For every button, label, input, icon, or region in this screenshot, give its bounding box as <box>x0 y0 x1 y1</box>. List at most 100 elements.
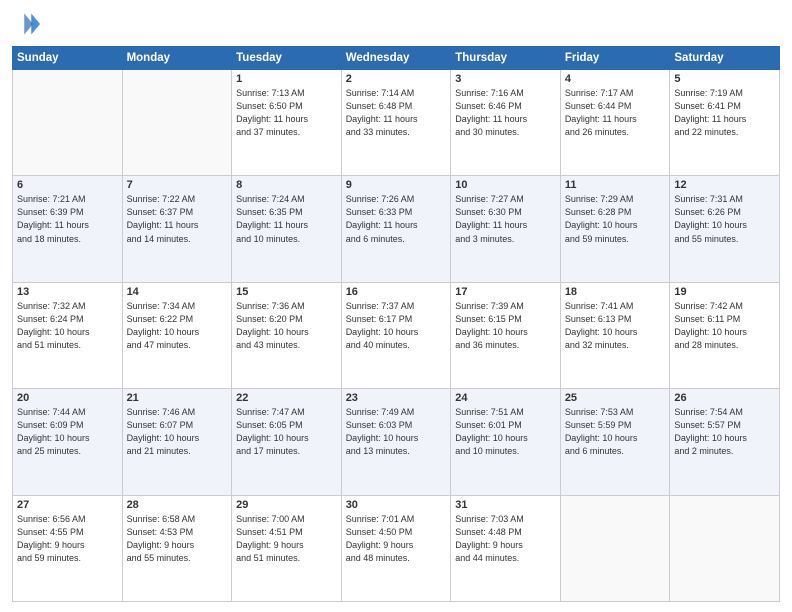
day-info: Sunrise: 7:19 AM Sunset: 6:41 PM Dayligh… <box>674 87 775 139</box>
day-number: 12 <box>674 179 775 191</box>
calendar-cell: 10 Sunrise: 7:27 AM Sunset: 6:30 PM Dayli… <box>451 176 561 282</box>
calendar-cell: 14 Sunrise: 7:34 AM Sunset: 6:22 PM Dayli… <box>122 282 232 388</box>
calendar-cell: 20 Sunrise: 7:44 AM Sunset: 6:09 PM Dayli… <box>13 389 123 495</box>
col-header-tuesday: Tuesday <box>232 47 342 70</box>
day-number: 5 <box>674 73 775 85</box>
day-number: 23 <box>346 392 447 404</box>
day-info: Sunrise: 7:22 AM Sunset: 6:37 PM Dayligh… <box>127 193 228 245</box>
calendar-cell: 21 Sunrise: 7:46 AM Sunset: 6:07 PM Dayli… <box>122 389 232 495</box>
calendar-cell: 28Sunrise: 6:58 AM Sunset: 4:53 PM Dayli… <box>122 495 232 601</box>
week-row-3: 13Sunrise: 7:32 AM Sunset: 6:24 PM Dayli… <box>13 282 780 388</box>
day-number: 22 <box>236 392 337 404</box>
logo-icon <box>12 10 40 38</box>
day-info: Sunrise: 7:46 AM Sunset: 6:07 PM Dayligh… <box>127 406 228 458</box>
day-info: Sunrise: 6:56 AM Sunset: 4:55 PM Dayligh… <box>17 513 118 565</box>
day-info: Sunrise: 7:32 AM Sunset: 6:24 PM Dayligh… <box>17 300 118 352</box>
day-info: Sunrise: 7:14 AM Sunset: 6:48 PM Dayligh… <box>346 87 447 139</box>
col-header-monday: Monday <box>122 47 232 70</box>
day-number: 29 <box>236 499 337 511</box>
week-row-2: 6 Sunrise: 7:21 AM Sunset: 6:39 PM Daylig… <box>13 176 780 282</box>
day-info: Sunrise: 7:21 AM Sunset: 6:39 PM Dayligh… <box>17 193 118 245</box>
day-number: 6 <box>17 179 118 191</box>
day-number: 30 <box>346 499 447 511</box>
page: SundayMondayTuesdayWednesdayThursdayFrid… <box>0 0 792 612</box>
calendar-cell: 5 Sunrise: 7:19 AM Sunset: 6:41 PM Daylig… <box>670 70 780 176</box>
day-number: 20 <box>17 392 118 404</box>
day-info: Sunrise: 7:17 AM Sunset: 6:44 PM Dayligh… <box>565 87 666 139</box>
day-info: Sunrise: 7:27 AM Sunset: 6:30 PM Dayligh… <box>455 193 556 245</box>
calendar-cell: 23 Sunrise: 7:49 AM Sunset: 6:03 PM Dayli… <box>341 389 451 495</box>
day-number: 4 <box>565 73 666 85</box>
day-number: 2 <box>346 73 447 85</box>
week-row-1: 1 Sunrise: 7:13 AM Sunset: 6:50 PM Daylig… <box>13 70 780 176</box>
day-info: Sunrise: 6:58 AM Sunset: 4:53 PM Dayligh… <box>127 513 228 565</box>
calendar-cell <box>560 495 670 601</box>
calendar-table: SundayMondayTuesdayWednesdayThursdayFrid… <box>12 46 780 602</box>
logo <box>12 10 44 38</box>
day-info: Sunrise: 7:03 AM Sunset: 4:48 PM Dayligh… <box>455 513 556 565</box>
col-header-sunday: Sunday <box>13 47 123 70</box>
day-number: 26 <box>674 392 775 404</box>
day-number: 27 <box>17 499 118 511</box>
calendar-cell: 18Sunrise: 7:41 AM Sunset: 6:13 PM Dayli… <box>560 282 670 388</box>
calendar-cell: 9Sunrise: 7:26 AM Sunset: 6:33 PM Daylig… <box>341 176 451 282</box>
calendar-cell: 16 Sunrise: 7:37 AM Sunset: 6:17 PM Dayli… <box>341 282 451 388</box>
calendar-cell: 7 Sunrise: 7:22 AM Sunset: 6:37 PM Daylig… <box>122 176 232 282</box>
day-number: 10 <box>455 179 556 191</box>
day-number: 25 <box>565 392 666 404</box>
day-info: Sunrise: 7:53 AM Sunset: 5:59 PM Dayligh… <box>565 406 666 458</box>
calendar-cell: 12 Sunrise: 7:31 AM Sunset: 6:26 PM Dayli… <box>670 176 780 282</box>
day-info: Sunrise: 7:47 AM Sunset: 6:05 PM Dayligh… <box>236 406 337 458</box>
day-number: 18 <box>565 286 666 298</box>
day-number: 16 <box>346 286 447 298</box>
calendar-cell: 4 Sunrise: 7:17 AM Sunset: 6:44 PM Daylig… <box>560 70 670 176</box>
calendar-cell <box>670 495 780 601</box>
day-number: 3 <box>455 73 556 85</box>
calendar-cell: 1 Sunrise: 7:13 AM Sunset: 6:50 PM Daylig… <box>232 70 342 176</box>
calendar-cell: 31 Sunrise: 7:03 AM Sunset: 4:48 PM Dayli… <box>451 495 561 601</box>
col-header-wednesday: Wednesday <box>341 47 451 70</box>
calendar-header-row: SundayMondayTuesdayWednesdayThursdayFrid… <box>13 47 780 70</box>
day-info: Sunrise: 7:39 AM Sunset: 6:15 PM Dayligh… <box>455 300 556 352</box>
day-number: 7 <box>127 179 228 191</box>
calendar-cell: 22 Sunrise: 7:47 AM Sunset: 6:05 PM Dayli… <box>232 389 342 495</box>
calendar-cell: 17 Sunrise: 7:39 AM Sunset: 6:15 PM Dayli… <box>451 282 561 388</box>
week-row-5: 27 Sunrise: 6:56 AM Sunset: 4:55 PM Dayli… <box>13 495 780 601</box>
day-number: 9 <box>346 179 447 191</box>
day-number: 1 <box>236 73 337 85</box>
day-info: Sunrise: 7:42 AM Sunset: 6:11 PM Dayligh… <box>674 300 775 352</box>
day-number: 15 <box>236 286 337 298</box>
day-number: 31 <box>455 499 556 511</box>
header <box>12 10 780 38</box>
day-info: Sunrise: 7:51 AM Sunset: 6:01 PM Dayligh… <box>455 406 556 458</box>
day-info: Sunrise: 7:00 AM Sunset: 4:51 PM Dayligh… <box>236 513 337 565</box>
day-number: 8 <box>236 179 337 191</box>
day-info: Sunrise: 7:34 AM Sunset: 6:22 PM Dayligh… <box>127 300 228 352</box>
day-info: Sunrise: 7:13 AM Sunset: 6:50 PM Dayligh… <box>236 87 337 139</box>
day-info: Sunrise: 7:16 AM Sunset: 6:46 PM Dayligh… <box>455 87 556 139</box>
day-number: 17 <box>455 286 556 298</box>
day-info: Sunrise: 7:37 AM Sunset: 6:17 PM Dayligh… <box>346 300 447 352</box>
calendar-cell: 29 Sunrise: 7:00 AM Sunset: 4:51 PM Dayli… <box>232 495 342 601</box>
day-info: Sunrise: 7:44 AM Sunset: 6:09 PM Dayligh… <box>17 406 118 458</box>
day-number: 14 <box>127 286 228 298</box>
day-info: Sunrise: 7:29 AM Sunset: 6:28 PM Dayligh… <box>565 193 666 245</box>
day-number: 21 <box>127 392 228 404</box>
day-info: Sunrise: 7:49 AM Sunset: 6:03 PM Dayligh… <box>346 406 447 458</box>
calendar-cell: 30Sunrise: 7:01 AM Sunset: 4:50 PM Dayli… <box>341 495 451 601</box>
calendar-cell <box>13 70 123 176</box>
calendar-cell: 11Sunrise: 7:29 AM Sunset: 6:28 PM Dayli… <box>560 176 670 282</box>
calendar-cell: 19 Sunrise: 7:42 AM Sunset: 6:11 PM Dayli… <box>670 282 780 388</box>
day-number: 24 <box>455 392 556 404</box>
calendar-cell: 26Sunrise: 7:54 AM Sunset: 5:57 PM Dayli… <box>670 389 780 495</box>
day-number: 19 <box>674 286 775 298</box>
calendar-cell: 2 Sunrise: 7:14 AM Sunset: 6:48 PM Daylig… <box>341 70 451 176</box>
day-info: Sunrise: 7:31 AM Sunset: 6:26 PM Dayligh… <box>674 193 775 245</box>
calendar-cell: 13Sunrise: 7:32 AM Sunset: 6:24 PM Dayli… <box>13 282 123 388</box>
calendar-cell: 3 Sunrise: 7:16 AM Sunset: 6:46 PM Daylig… <box>451 70 561 176</box>
col-header-thursday: Thursday <box>451 47 561 70</box>
calendar-cell: 27 Sunrise: 6:56 AM Sunset: 4:55 PM Dayli… <box>13 495 123 601</box>
calendar-cell: 25 Sunrise: 7:53 AM Sunset: 5:59 PM Dayli… <box>560 389 670 495</box>
day-info: Sunrise: 7:24 AM Sunset: 6:35 PM Dayligh… <box>236 193 337 245</box>
day-info: Sunrise: 7:36 AM Sunset: 6:20 PM Dayligh… <box>236 300 337 352</box>
